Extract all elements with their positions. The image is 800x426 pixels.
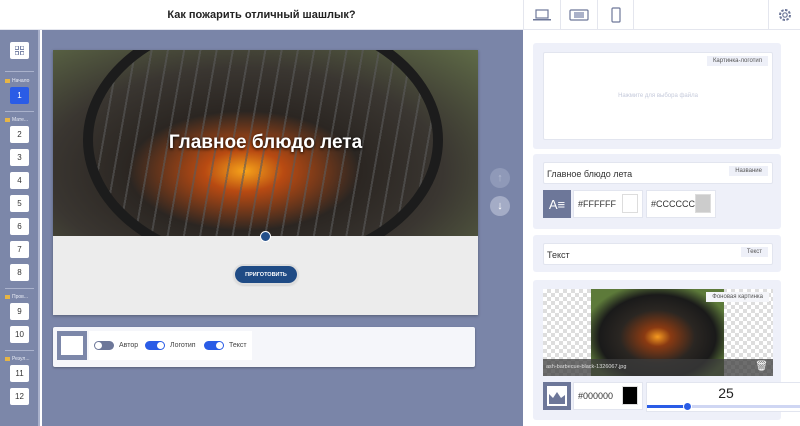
divider [5,350,34,351]
folder-icon [5,78,10,83]
toggle-logo[interactable]: Логотип [140,331,201,360]
layout-thumbnail[interactable] [57,331,87,360]
text-color-value: #FFFFFF [578,199,616,209]
font-style-button[interactable]: A≡ [543,190,571,218]
divider [5,71,34,72]
text-color-picker[interactable]: #FFFFFF [573,190,643,218]
section-label[interactable]: Начало [5,78,29,84]
settings-button[interactable] [768,0,800,30]
section-label[interactable]: Мате... [5,117,28,123]
text-section: Текст Текст [533,235,781,272]
overlay-color-value: #000000 [578,391,614,401]
color-swatch [622,386,638,405]
title-tag: Название [729,166,768,176]
folder-icon [5,294,10,299]
color-swatch [695,194,711,213]
background-tag: Фоновая картинка [706,292,769,302]
opacity-control: 25 [646,382,800,412]
section-name: Мате... [12,117,29,123]
toggle-label: Текст [229,342,247,349]
title-value: Главное блюдо лета [547,169,633,179]
resize-handle[interactable] [260,231,271,242]
laptop-view-button[interactable] [523,0,560,30]
project-title: Как пожарить отличный шашлык? [167,9,356,21]
section-name: Начало [12,78,30,84]
arrow-down-icon: ↓ [497,200,503,212]
tablet-view-button[interactable] [560,0,597,30]
opacity-slider[interactable] [647,402,800,411]
slide-button[interactable]: 8 [10,264,29,281]
logo-upload[interactable]: Картинка-логотип Нажмите для выбора файл… [543,52,773,140]
grid-icon [15,46,24,55]
toggle-label: Логотип [170,342,196,349]
slide-button[interactable]: 10 [10,326,29,343]
slide-button[interactable]: 11 [10,365,29,382]
hero-image: Главное блюдо лета [53,50,478,236]
slide-button[interactable]: 6 [10,218,29,235]
grid-view-button[interactable] [10,42,29,59]
cook-button[interactable]: ПРИГОТОВИТЬ [235,266,297,283]
toggle-label: Автор [119,342,139,349]
slider-thumb[interactable] [682,402,692,411]
slide-button[interactable]: 9 [10,303,29,320]
overlay-color-picker[interactable]: #000000 [573,382,643,410]
folder-icon [5,356,10,361]
slide-button[interactable]: 12 [10,388,29,405]
folder-icon [5,117,10,122]
hero-heading[interactable]: Главное блюдо лета [53,132,478,154]
text-tag: Текст [740,247,768,257]
divider [5,288,34,289]
file-name: ash-barbecue-black-1326067.jpg [546,364,627,370]
divider [5,111,34,112]
text-value: Текст [547,250,570,260]
section-name: Резул... [12,356,30,362]
toggle-text[interactable]: Текст [199,331,252,360]
background-image-preview[interactable]: Фоновая картинка ash-barbecue-black-1326… [543,289,773,376]
shadow-color-picker[interactable]: #CCCCCC [646,190,716,218]
opacity-value[interactable]: 25 [647,385,800,401]
phone-icon [610,7,621,23]
trash-icon[interactable]: 🗑 [755,361,768,372]
slide-preview[interactable]: Главное блюдо лета ПРИГОТОВИТЬ [53,50,478,315]
logo-tag: Картинка-логотип [706,56,768,66]
properties-panel: Картинка-логотип Нажмите для выбора файл… [523,30,800,426]
background-section: Фоновая картинка ash-barbecue-black-1326… [533,280,800,420]
move-down-button[interactable]: ↓ [490,196,510,216]
slide-button[interactable]: 5 [10,195,29,212]
color-swatch [622,194,638,213]
top-bar: Как пожарить отличный шашлык? [0,0,800,30]
section-label[interactable]: Резул... [5,356,30,362]
section-label[interactable]: Пров... [5,294,28,300]
tablet-icon [569,9,589,21]
move-up-button[interactable]: ↑ [490,168,510,188]
slide-button[interactable]: 1 [10,87,29,104]
gear-icon [778,9,791,21]
title-section: Главное блюдо лета Название A≡ #FFFFFF #… [533,154,781,229]
arrow-up-icon: ↑ [497,172,503,184]
phone-view-button[interactable] [597,0,634,30]
image-chart-icon [547,386,567,406]
logo-section: Картинка-логотип Нажмите для выбора файл… [533,43,781,149]
editor-canvas: Главное блюдо лета ПРИГОТОВИТЬ ↑ ↓ Автор… [42,30,523,426]
slide-button[interactable]: 3 [10,149,29,166]
title-input[interactable]: Главное блюдо лета Название [543,162,773,184]
overlay-mode-button[interactable] [543,382,571,410]
slide-button[interactable]: 2 [10,126,29,143]
font-icon: A≡ [548,196,566,212]
section-name: Пров... [12,294,28,300]
toggle-author[interactable]: Автор [89,331,144,360]
slide-toolbar: Автор Логотип Текст [53,327,475,367]
slides-sidebar: Начало 1 Мате... 2 3 4 5 6 7 8 Пров... 9 10 Резул... 1… [0,30,40,426]
slide-button[interactable]: 7 [10,241,29,258]
shadow-color-value: #CCCCCC [651,199,696,209]
upload-placeholder: Нажмите для выбора файла [618,93,698,99]
text-input[interactable]: Текст Текст [543,243,773,265]
laptop-icon [533,9,551,21]
slide-button[interactable]: 4 [10,172,29,189]
